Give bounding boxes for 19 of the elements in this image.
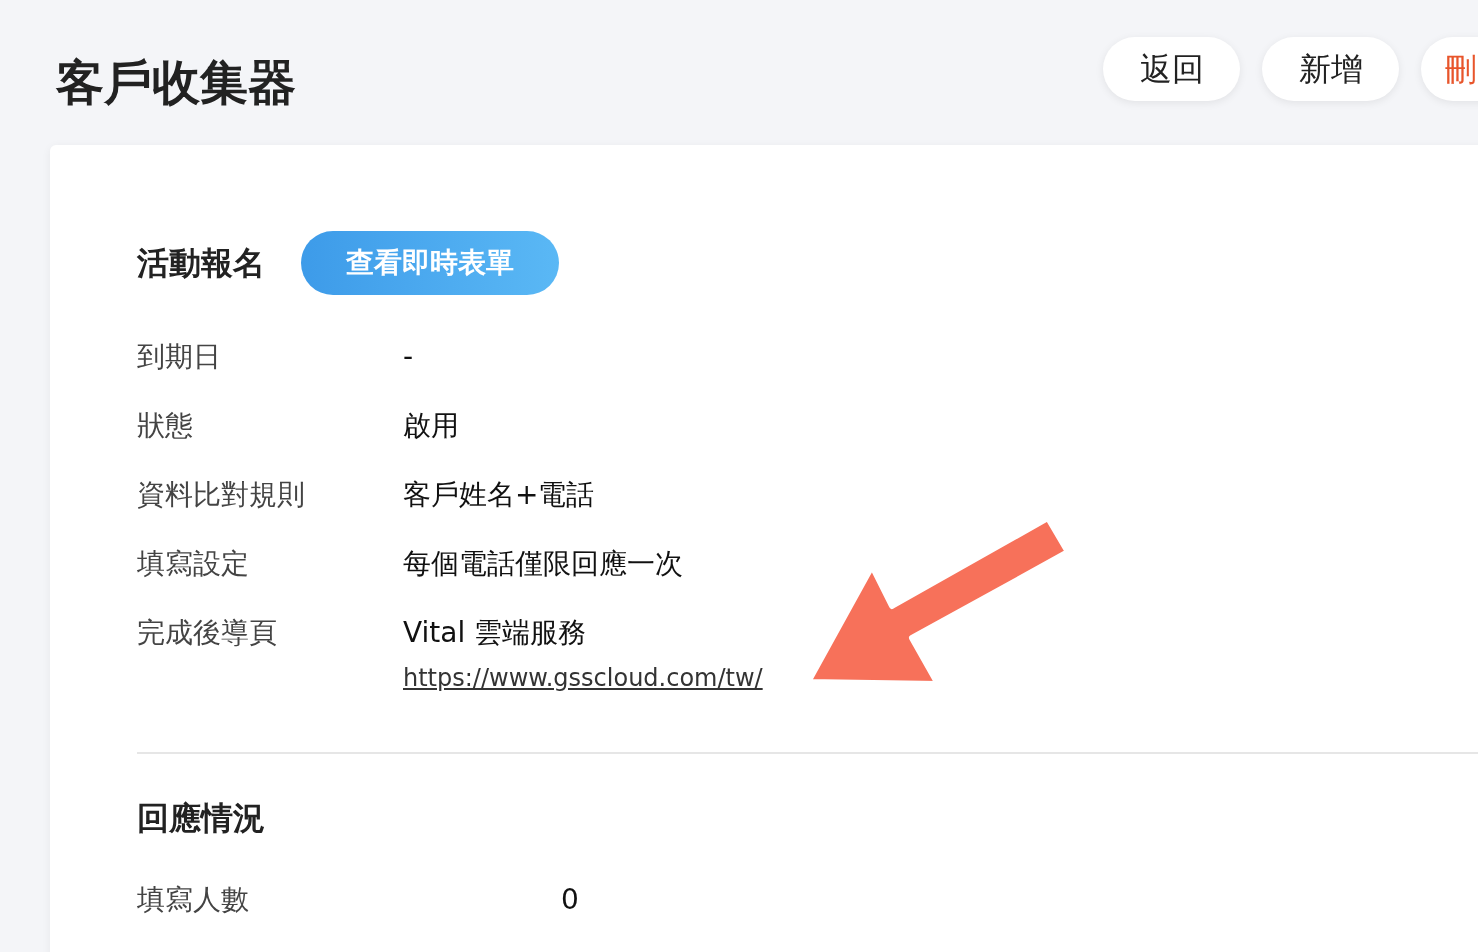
field-label: 資料比對規則 (137, 477, 306, 512)
field-label: 填寫人數 (137, 882, 250, 917)
field-label: 填寫設定 (137, 546, 250, 581)
header-button[interactable]: 返回 (1103, 37, 1240, 101)
header-button[interactable]: 新增 (1262, 37, 1399, 101)
field-value: 每個電話僅限回應一次 (403, 546, 683, 581)
section-title: 活動報名 (137, 243, 265, 284)
redirect-link[interactable]: https://www.gsscloud.com/tw/ (403, 660, 763, 696)
field-value: 0 (561, 882, 579, 917)
section-title: 回應情況 (137, 798, 266, 839)
field-label: 完成後導頁 (137, 615, 278, 651)
page-title: 客戶收集器 (56, 58, 296, 106)
header-button[interactable]: 刪 (1421, 37, 1478, 101)
field-label: 狀態 (137, 408, 194, 443)
field-label: 到期日 (137, 339, 222, 374)
field-value: Vital 雲端服務 (403, 615, 588, 650)
field-value: 客戶姓名+電話 (403, 477, 595, 512)
field-value: 啟用 (403, 408, 459, 443)
field-value: - (403, 339, 414, 374)
